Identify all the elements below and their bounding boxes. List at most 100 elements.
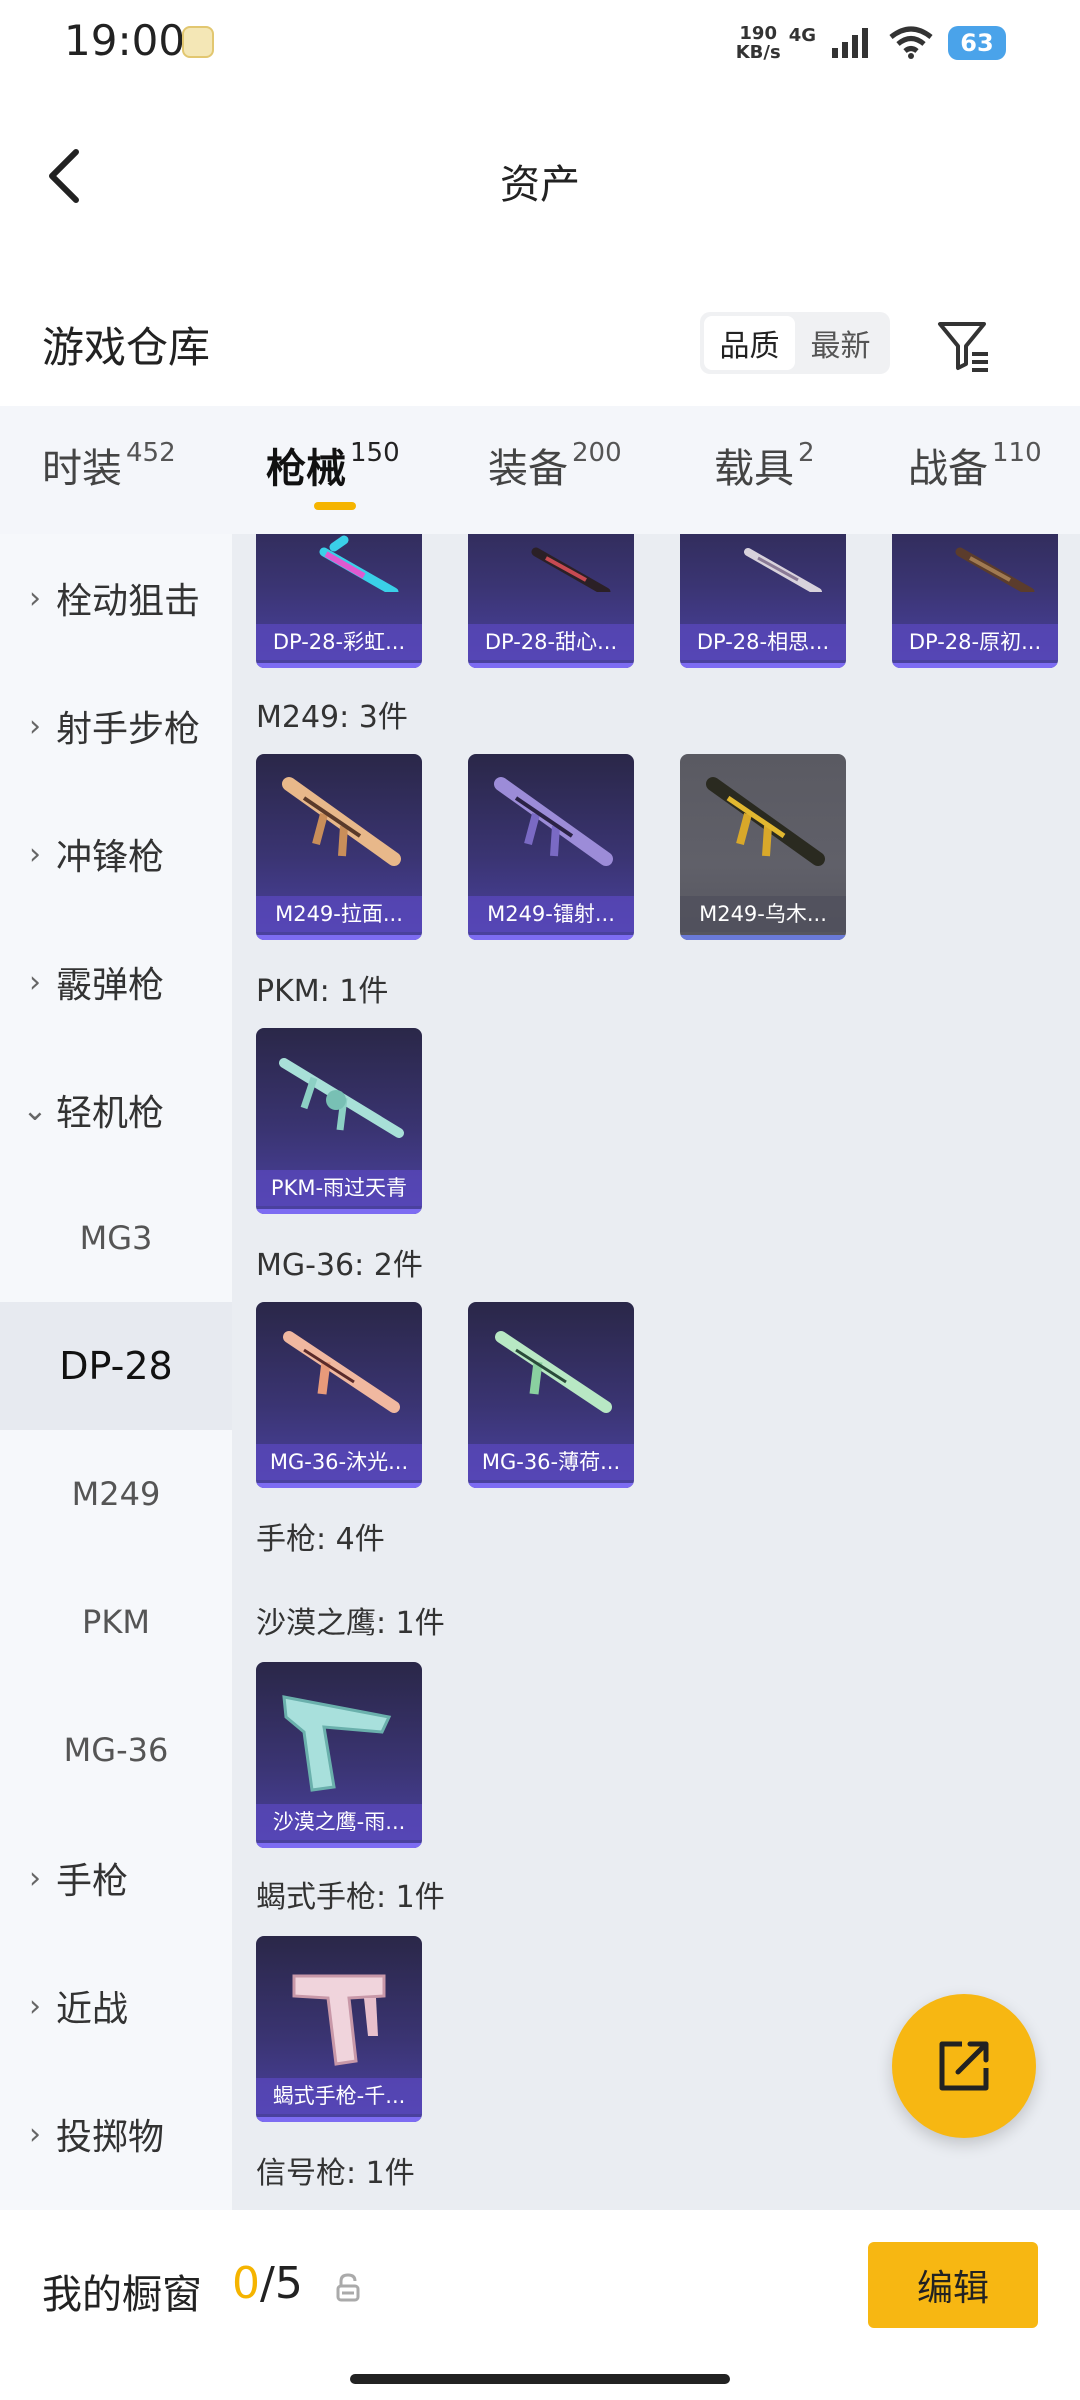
tab-count: 110 — [992, 438, 1042, 468]
group-label-pkm: PKM: 1件 — [256, 974, 389, 1009]
chevron-right-icon: › — [29, 580, 41, 616]
item-grid: DP-28-彩虹... DP-28-甜心... DP-28-相思... DP-2… — [232, 534, 1080, 2210]
sidebar-item-lmg[interactable]: ⌄ 轻机枪 — [0, 1046, 232, 1174]
item-card-label: M249-拉面... — [256, 896, 422, 932]
sidebar-subitem-m249[interactable]: M249 — [0, 1430, 232, 1558]
item-card[interactable]: DP-28-原初... — [892, 534, 1058, 668]
item-card[interactable]: M249-镭射... — [468, 754, 634, 940]
sort-newest-button[interactable]: 最新 — [795, 316, 886, 370]
item-card-label: DP-28-甜心... — [468, 624, 634, 660]
category-tabs: 时装 452 枪械 150 装备 200 载具 2 战备 110 — [0, 406, 1080, 534]
sort-quality-button[interactable]: 品质 — [704, 316, 795, 370]
gun-thumbnail-icon — [531, 547, 611, 592]
tab-vehicles[interactable]: 载具 2 — [714, 436, 815, 494]
sidebar-item-marksman[interactable]: › 射手步枪 — [0, 662, 232, 790]
card-accent-line — [256, 663, 422, 668]
sidebar-item-smg[interactable]: › 冲锋枪 — [0, 790, 232, 918]
item-card-label: DP-28-相思... — [680, 624, 846, 660]
gun-thumbnail-icon — [279, 1058, 404, 1138]
filter-button[interactable] — [932, 314, 996, 378]
item-card-label: 沙漠之鹰-雨... — [256, 1804, 422, 1840]
card-accent-line — [256, 935, 422, 940]
tab-label: 枪械 — [266, 446, 346, 492]
group-label-scorpion: 蝎式手枪: 1件 — [256, 1880, 445, 1915]
card-accent-line — [256, 1843, 422, 1848]
chevron-right-icon: › — [29, 2116, 41, 2152]
gun-thumbnail-icon — [706, 777, 825, 866]
group-label-desert-eagle: 沙漠之鹰: 1件 — [256, 1606, 445, 1641]
item-card[interactable]: DP-28-相思... — [680, 534, 846, 668]
item-card[interactable]: MG-36-薄荷... — [468, 1302, 634, 1488]
tab-fashion[interactable]: 时装 452 — [42, 436, 176, 494]
chevron-right-icon: › — [29, 1860, 41, 1896]
card-accent-line — [680, 935, 846, 940]
group-label-m249: M249: 3件 — [256, 700, 408, 735]
showcase-count: 0/5 — [232, 2258, 303, 2309]
card-accent-line — [256, 1483, 422, 1488]
item-card-label: M249-乌木... — [680, 896, 846, 932]
tab-count: 452 — [126, 438, 176, 468]
showcase-title: 我的橱窗 — [42, 2272, 202, 2318]
signal-icon — [832, 28, 868, 58]
lock-icon — [336, 2273, 360, 2302]
item-card-label: MG-36-沐光... — [256, 1444, 422, 1480]
item-card[interactable]: PKM-雨过天青 — [256, 1028, 422, 1214]
tab-supplies[interactable]: 战备 110 — [908, 436, 1042, 494]
item-card[interactable]: DP-28-彩虹... — [256, 534, 422, 668]
share-external-icon — [939, 2041, 989, 2091]
card-accent-line — [892, 663, 1058, 668]
home-indicator — [350, 2374, 730, 2384]
item-card[interactable]: MG-36-沐光... — [256, 1302, 422, 1488]
sidebar-item-melee[interactable]: › 近战 — [0, 1942, 232, 2070]
item-card[interactable]: DP-28-甜心... — [468, 534, 634, 668]
network-speed-value: 190 — [739, 23, 777, 44]
tab-count: 2 — [798, 438, 815, 468]
item-card[interactable]: 蝎式手枪-千... — [256, 1936, 422, 2122]
sidebar-subitem-mg36[interactable]: MG-36 — [0, 1686, 232, 1814]
gun-thumbnail-icon — [955, 547, 1035, 592]
warehouse-header: 游戏仓库 品质 最新 — [0, 292, 1080, 392]
sidebar-item-label: 霰弹枪 — [56, 965, 165, 1006]
tab-equipment[interactable]: 装备 200 — [488, 436, 622, 494]
item-card-label: DP-28-原初... — [892, 624, 1058, 660]
item-card[interactable]: 沙漠之鹰-雨... — [256, 1662, 422, 1848]
status-bar: 19:00 190 KB/s 4G 63 — [0, 0, 1080, 86]
showcase-count-separator: / — [260, 2258, 275, 2309]
tab-label: 装备 — [488, 446, 568, 492]
sidebar-item-pistol[interactable]: › 手枪 — [0, 1814, 232, 1942]
network-type: 4G — [788, 24, 816, 46]
item-card[interactable]: M249-乌木... — [680, 754, 846, 940]
sidebar-subitem-mg3[interactable]: MG3 — [0, 1174, 232, 1302]
sidebar-item-shotgun[interactable]: › 霰弹枪 — [0, 918, 232, 1046]
item-card-label: 蝎式手枪-千... — [256, 2078, 422, 2114]
chevron-right-icon: › — [29, 836, 41, 872]
card-accent-line — [680, 663, 846, 668]
sidebar-item-label: 投掷物 — [56, 2117, 165, 2158]
share-button[interactable] — [892, 1994, 1036, 2138]
sidebar-item-throwables[interactable]: › 投掷物 — [0, 2070, 232, 2198]
app-header: 资产 — [0, 86, 1080, 266]
network-speed: 190 KB/s — [736, 24, 781, 62]
edit-button[interactable]: 编辑 — [868, 2242, 1038, 2328]
card-accent-line — [256, 1209, 422, 1214]
chevron-right-icon: › — [29, 708, 41, 744]
sidebar-subitem-dp28[interactable]: DP-28 — [0, 1302, 232, 1430]
tab-firearms[interactable]: 枪械 150 — [266, 436, 400, 494]
filter-icon — [938, 322, 988, 372]
item-card[interactable]: M249-拉面... — [256, 754, 422, 940]
tab-count: 150 — [350, 438, 400, 468]
item-card-label: DP-28-彩虹... — [256, 624, 422, 660]
gun-thumbnail-icon — [283, 1331, 400, 1413]
tab-label: 战备 — [908, 446, 988, 492]
sidebar-subitem-pkm[interactable]: PKM — [0, 1558, 232, 1686]
showcase-bar: 我的橱窗 0/5 编辑 — [0, 2210, 1080, 2400]
gun-thumbnail-icon — [494, 777, 613, 866]
sidebar-item-bolt-action[interactable]: › 栓动狙击 — [0, 534, 232, 662]
page-title: 资产 — [500, 162, 580, 208]
active-tab-indicator — [314, 502, 356, 510]
item-card-label: M249-镭射... — [468, 896, 634, 932]
group-label-flare-gun: 信号枪: 1件 — [256, 2156, 415, 2191]
gun-thumbnail-icon — [495, 1331, 612, 1413]
gun-thumbnail-icon — [292, 1974, 386, 2066]
gun-thumbnail-icon — [282, 1695, 392, 1792]
